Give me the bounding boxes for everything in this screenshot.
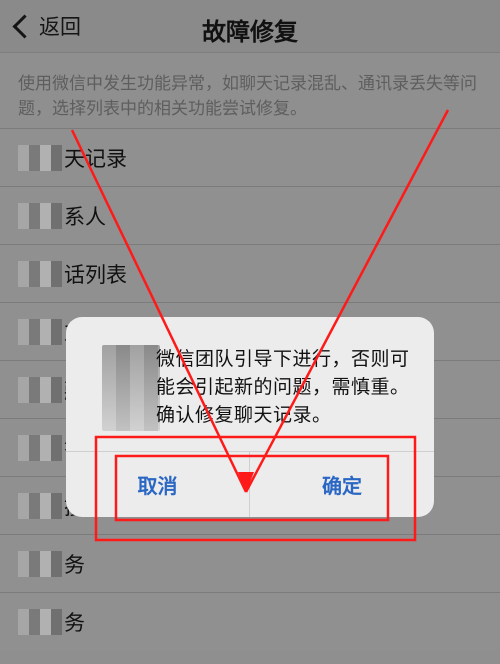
app-screen: 返回 故障修复 使用微信中发生功能异常，如聊天记录混乱、通讯录丢失等问题，选择列…	[0, 0, 500, 664]
blurred-label	[18, 434, 62, 461]
cancel-button[interactable]: 取消	[66, 451, 249, 517]
page-description: 使用微信中发生功能异常，如聊天记录混乱、通讯录丢失等问题，选择列表中的相关功能尝…	[18, 74, 477, 119]
list-item-label: 系人	[64, 204, 106, 229]
list-item-service-2[interactable]: 务	[0, 592, 500, 650]
confirm-dialog: 微信团队引导下进行，否则可能会引起新的问题，需慎重。确认修复聊天记录。 取消 确…	[66, 317, 434, 517]
blurred-label	[18, 550, 62, 577]
blurred-label	[18, 202, 62, 229]
list-item-label: 话列表	[64, 262, 127, 287]
list-item-label: 务	[64, 610, 85, 635]
blurred-label	[18, 492, 62, 519]
list-item-contacts[interactable]: 系人	[0, 186, 500, 244]
list-item-chat-history[interactable]: 天记录	[0, 128, 500, 186]
dialog-message: 微信团队引导下进行，否则可能会引起新的问题，需慎重。确认修复聊天记录。	[156, 348, 410, 426]
list-item-chat-list[interactable]: 话列表	[0, 244, 500, 302]
page-title: 故障修复	[202, 18, 298, 46]
blurred-label	[18, 260, 62, 287]
blurred-label	[18, 376, 62, 403]
nav-bar: 返回 故障修复	[0, 0, 500, 53]
list-item-label: 务	[64, 552, 85, 577]
confirm-button[interactable]: 确定	[250, 451, 434, 517]
blurred-text-block	[102, 345, 160, 431]
blurred-label	[18, 608, 62, 635]
list-item-service[interactable]: 务	[0, 534, 500, 592]
list-item-label: 天记录	[64, 146, 127, 171]
blurred-label	[18, 318, 62, 345]
blurred-label	[18, 144, 62, 171]
